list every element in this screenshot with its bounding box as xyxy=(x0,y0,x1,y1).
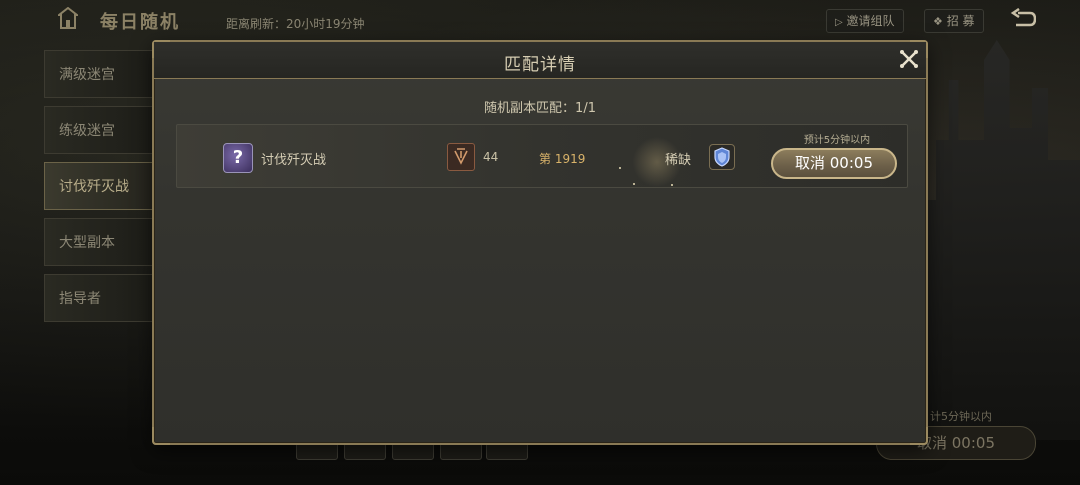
sidebar-item-label: 练级迷宫 xyxy=(59,123,115,139)
recruit-label: 招 募 xyxy=(946,14,975,28)
sparkle xyxy=(633,183,635,185)
recruit-button[interactable]: ❖ 招 募 xyxy=(924,9,984,33)
summary-label: 随机副本匹配： xyxy=(484,101,576,116)
cancel-match-button[interactable]: 取消 00:05 xyxy=(771,148,897,179)
home-icon[interactable] xyxy=(58,7,78,29)
dialog-title: 匹配详情 xyxy=(504,55,576,75)
sidebar-item-label: 讨伐歼灭战 xyxy=(59,179,129,195)
sparkle xyxy=(671,184,673,186)
close-icon[interactable] xyxy=(898,48,920,70)
sidebar-item-label: 满级迷宫 xyxy=(59,67,115,83)
random-dungeon-icon: ? xyxy=(223,143,253,173)
sidebar-item-annihilation[interactable]: 讨伐歼灭战 xyxy=(44,162,154,210)
match-summary: 随机副本匹配：1/1 xyxy=(154,97,926,116)
shield-icon xyxy=(709,144,735,170)
sidebar-item-large-dungeon[interactable]: 大型副本 xyxy=(44,218,154,266)
eta-label: 预计5分钟以内 xyxy=(803,135,871,146)
level-icon xyxy=(447,143,475,171)
rank-value: 第 1919 xyxy=(539,152,586,166)
dungeon-name: 讨伐歼灭战 xyxy=(261,153,327,168)
frame-corner xyxy=(152,427,170,445)
sparkle xyxy=(619,167,621,169)
refresh-timer: 距离刷新：20小时19分钟 xyxy=(226,17,365,31)
summary-value: 1/1 xyxy=(575,101,596,116)
invite-team-label: 邀请组队 xyxy=(846,14,895,28)
page-title: 每日随机 xyxy=(100,12,180,33)
background-eta-hint: 计5分钟以内 xyxy=(930,410,992,423)
top-bar: 每日随机 距离刷新：20小时19分钟 ▷ 邀请组队 ❖ 招 募 xyxy=(0,0,1080,40)
sidebar-item-mentor[interactable]: 指导者 xyxy=(44,274,154,322)
play-icon: ▷ xyxy=(835,17,843,28)
recruit-icon: ❖ xyxy=(933,15,943,28)
dialog-header: 匹配详情 xyxy=(154,42,926,79)
invite-team-button[interactable]: ▷ 邀请组队 xyxy=(826,9,904,33)
match-details-dialog: 匹配详情 随机副本匹配：1/1 ? 讨伐歼灭战 44 第 1919 稀缺 预计5… xyxy=(152,40,928,445)
sidebar-item-leveling-maze[interactable]: 练级迷宫 xyxy=(44,106,154,154)
rarity-label: 稀缺 xyxy=(665,153,692,168)
sidebar-item-label: 指导者 xyxy=(59,291,101,307)
back-icon[interactable] xyxy=(1010,8,1036,30)
level-value: 44 xyxy=(483,150,499,164)
frame-corner xyxy=(910,427,928,445)
sidebar-item-max-maze[interactable]: 满级迷宫 xyxy=(44,50,154,98)
sidebar-item-label: 大型副本 xyxy=(59,235,115,251)
match-row: ? 讨伐歼灭战 44 第 1919 稀缺 预计5分钟以内 取消 00:05 xyxy=(176,124,908,188)
